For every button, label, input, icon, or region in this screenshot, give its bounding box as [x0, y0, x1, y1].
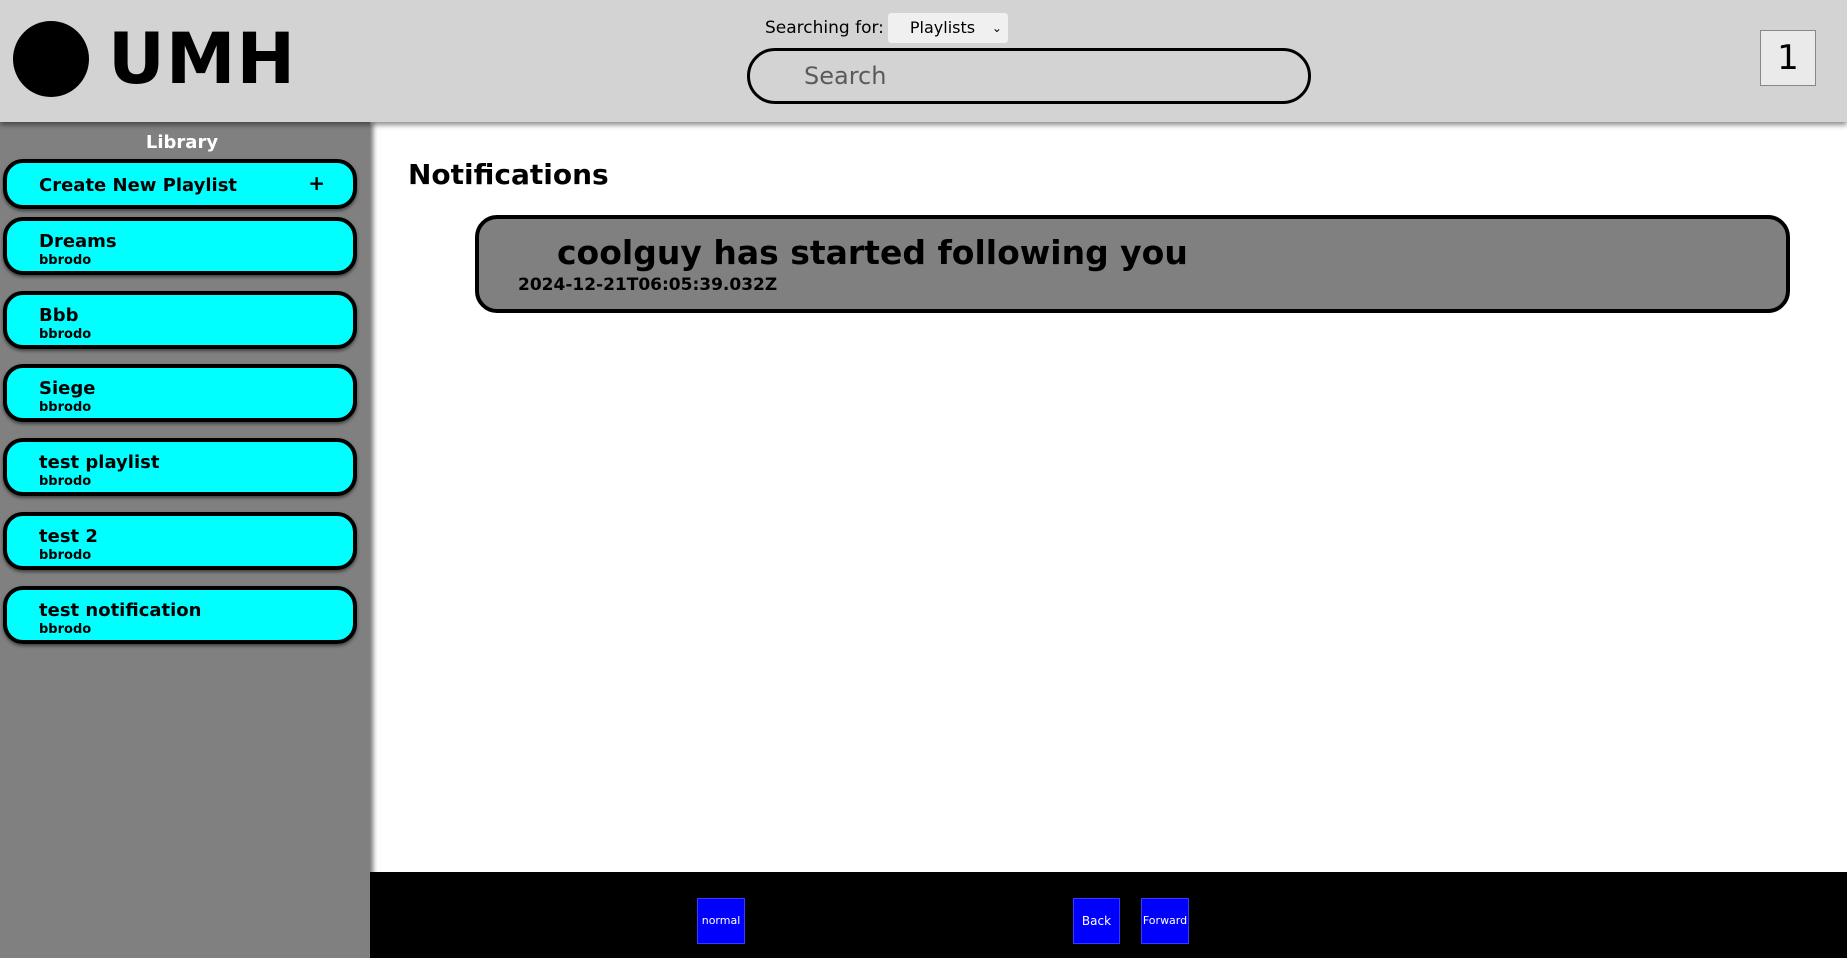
mode-button[interactable]: normal — [697, 898, 745, 944]
search-type-row: Searching for: Playlists ⌄ — [765, 13, 1008, 43]
notification-timestamp: 2024-12-21T06:05:39.032Z — [518, 275, 778, 295]
library-title: Library — [145, 132, 219, 153]
search-type-select[interactable]: Playlists ⌄ — [887, 13, 1008, 43]
playlist-name: test playlist — [39, 452, 160, 473]
playlist-owner: bbrodo — [39, 474, 92, 489]
playlist-owner: bbrodo — [39, 622, 92, 637]
search-input[interactable] — [747, 48, 1311, 104]
playlist-item[interactable]: test playlist bbrodo — [3, 438, 357, 496]
playlist-owner: bbrodo — [39, 400, 92, 415]
plus-icon: + — [308, 171, 325, 195]
playlist-item[interactable]: Dreams bbrodo — [3, 217, 357, 275]
playlist-item[interactable]: test 2 bbrodo — [3, 512, 357, 570]
back-button[interactable]: Back — [1073, 898, 1120, 944]
playlist-name: Siege — [39, 378, 96, 399]
playlist-owner: bbrodo — [39, 253, 92, 268]
search-type-label: Searching for: — [765, 18, 884, 38]
main-content: Notifications coolguy has started follow… — [370, 122, 1847, 872]
search-type-value: Playlists — [909, 18, 976, 37]
playlist-item[interactable]: Siege bbrodo — [3, 364, 357, 422]
logo-text: UMH — [108, 18, 297, 100]
playlist-name: Bbb — [39, 305, 79, 326]
forward-button[interactable]: Forward — [1141, 898, 1189, 944]
notification-count-badge[interactable]: 1 — [1760, 30, 1816, 86]
notification-item[interactable]: coolguy has started following you 2024-1… — [475, 215, 1790, 313]
playlist-name: test 2 — [39, 526, 98, 547]
top-header: UMH Searching for: Playlists ⌄ 1 — [0, 0, 1847, 122]
library-sidebar: Library Create New Playlist + Dreams bbr… — [0, 122, 370, 958]
notification-message: coolguy has started following you — [557, 233, 1188, 272]
playlist-item[interactable]: Bbb bbrodo — [3, 291, 357, 349]
logo-icon — [13, 21, 89, 97]
playlist-name: test notification — [39, 600, 202, 621]
player-footer: normal Back Forward — [370, 872, 1847, 958]
playlist-owner: bbrodo — [39, 327, 92, 342]
create-playlist-label: Create New Playlist — [39, 175, 238, 196]
playlist-owner: bbrodo — [39, 548, 92, 563]
page-title: Notifications — [408, 158, 609, 191]
create-playlist-button[interactable]: Create New Playlist + — [3, 159, 357, 209]
playlist-item[interactable]: test notification bbrodo — [3, 586, 357, 644]
playlist-name: Dreams — [39, 231, 117, 252]
chevron-down-icon: ⌄ — [991, 21, 1002, 35]
